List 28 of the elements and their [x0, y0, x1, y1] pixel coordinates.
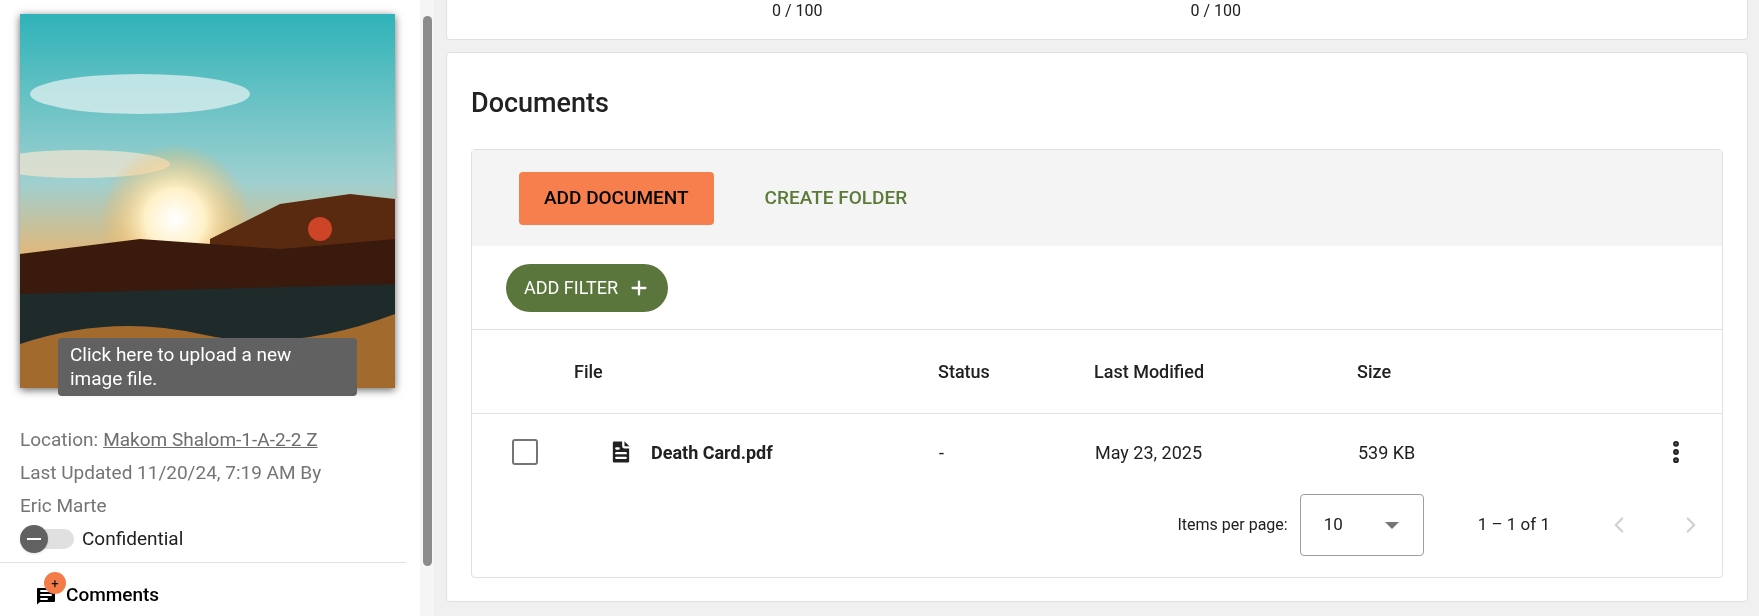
status-cell-text: -	[939, 440, 945, 465]
file-name[interactable]: Death Card.pdf	[651, 438, 939, 466]
tooltip: Click here to upload a new image file.	[58, 338, 357, 396]
create-folder-button[interactable]: CREATE FOLDER	[764, 171, 908, 225]
scrollbar-thumb[interactable]	[422, 16, 432, 566]
modified-cell-text: May 23, 2025	[1095, 440, 1204, 465]
size-cell-text: 539 KB	[1358, 440, 1417, 465]
progress-reading: 0 / 100	[1190, 3, 1242, 19]
comments-label[interactable]: Comments	[66, 581, 160, 610]
column-header: Status	[938, 360, 991, 384]
page-range: 1 – 1 of 1	[1477, 513, 1550, 537]
dropdown-icon	[1384, 521, 1399, 529]
location-label: Location:	[20, 427, 99, 453]
add-document-button[interactable]: ADD DOCUMENT	[519, 171, 714, 225]
updated-by-text: Eric Marte	[20, 493, 108, 519]
column-header: File	[574, 360, 604, 384]
comment-badge: +	[44, 572, 66, 595]
confidential-label: Confidential	[82, 525, 184, 552]
add-filter-button[interactable]: ADD FILTER	[506, 263, 669, 312]
location-link[interactable]: Makom Shalom-1-A-2-2 Z	[103, 423, 318, 456]
items-per-page-label: Items per page:	[1177, 514, 1288, 536]
last-updated-text: Last Updated 11/20/24, 7:19 AM By	[20, 460, 323, 486]
column-header: Size	[1357, 360, 1392, 384]
progress-reading: 0 / 100	[772, 3, 823, 19]
per-page-select[interactable]: 10	[1299, 494, 1424, 556]
row-checkbox[interactable]	[512, 439, 538, 465]
column-header: Last Modified	[1094, 360, 1206, 384]
documents-title: Documents	[471, 86, 610, 121]
